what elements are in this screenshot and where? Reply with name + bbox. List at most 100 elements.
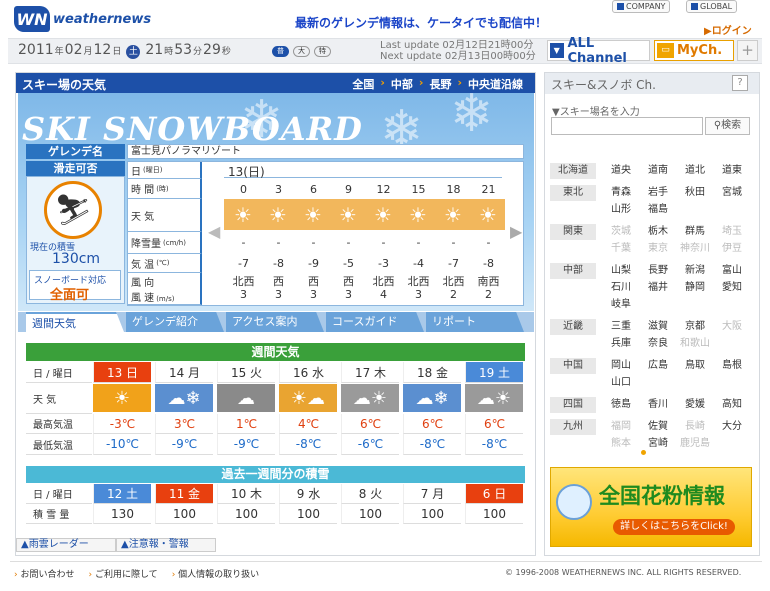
prefecture-link[interactable]: 愛知 [715, 280, 749, 296]
prefecture-link[interactable]: 群馬 [678, 224, 712, 240]
prefecture-link[interactable]: 富山 [715, 263, 749, 279]
pollen-banner[interactable]: 全国花粉情報 詳しくはこちらをClick! [550, 467, 752, 547]
wind-cell: 西3 [261, 275, 296, 301]
prefecture-link[interactable]: 広島 [641, 358, 675, 374]
prefecture-link[interactable]: 道東 [715, 163, 749, 179]
weathernews-logo[interactable]: WN weathernews [14, 4, 151, 34]
prefecture-link[interactable]: 大阪 [715, 319, 749, 335]
prefecture-link[interactable]: 宮崎 [641, 436, 675, 452]
temp-cell: -3 [378, 257, 389, 270]
search-button[interactable]: ⚲検索 [705, 117, 750, 135]
prefecture-link[interactable]: 高知 [715, 397, 749, 413]
prefecture-link[interactable]: 千葉 [604, 241, 638, 257]
prefecture-link[interactable]: 秋田 [678, 185, 712, 201]
weekly-day-cell: 14 月 [155, 362, 213, 383]
prefecture-link[interactable]: 福岡 [604, 419, 638, 435]
all-channel-button[interactable]: ▼ ALL Channel [547, 36, 650, 66]
breadcrumb-national[interactable]: 全国 [352, 76, 374, 92]
add-channel-button[interactable]: + [737, 40, 758, 61]
tab-report[interactable]: リポート [426, 312, 524, 332]
font-size-normal[interactable]: 普 [272, 46, 289, 57]
prefecture-link[interactable]: 愛媛 [678, 397, 712, 413]
region-0[interactable]: 北海道 [550, 163, 596, 179]
prefecture-link[interactable]: 山形 [604, 202, 638, 218]
region-7[interactable]: 九州 [550, 419, 596, 435]
prefecture-link[interactable]: 徳島 [604, 397, 638, 413]
wind-dir-label: 風 向 [131, 277, 155, 289]
breadcrumb-chubu[interactable]: 中部 [391, 76, 413, 92]
mobile-promo-link[interactable]: 最新のゲレンデ情報は、ケータイでも配信中！ [295, 14, 547, 31]
prefecture-link[interactable]: 福島 [641, 202, 675, 218]
region-6[interactable]: 四国 [550, 397, 596, 413]
footer-privacy-link[interactable]: 個人情報の取り扱い [172, 567, 259, 580]
prefecture-link[interactable]: 東京 [641, 241, 675, 257]
prefecture-link[interactable]: 和歌山 [678, 336, 712, 352]
region-4[interactable]: 近畿 [550, 319, 596, 335]
wind-speed: 3 [240, 288, 247, 301]
search-input[interactable] [551, 117, 703, 135]
prefecture-link[interactable]: 佐賀 [641, 419, 675, 435]
prefecture-link[interactable]: 京都 [678, 319, 712, 335]
prev-arrow-icon[interactable]: ◀ [208, 222, 220, 241]
prefecture-link[interactable]: 大分 [715, 419, 749, 435]
prefecture-link[interactable]: 宮城 [715, 185, 749, 201]
help-button[interactable]: ? [732, 75, 748, 91]
prefecture-link[interactable]: 長崎 [678, 419, 712, 435]
global-link[interactable]: GLOBAL [686, 0, 738, 13]
region-2[interactable]: 関東 [550, 224, 596, 240]
temp-label: 気 温 [131, 259, 155, 271]
prefecture-link[interactable]: 道南 [641, 163, 675, 179]
font-size-xlarge[interactable]: 特 [314, 46, 331, 57]
prefecture-link[interactable]: 岡山 [604, 358, 638, 374]
prefecture-link[interactable]: 兵庫 [604, 336, 638, 352]
footer-terms-link[interactable]: ご利用に際して [88, 567, 158, 580]
tab-intro[interactable]: ゲレンデ紹介 [126, 312, 224, 332]
prefecture-link[interactable]: 福井 [641, 280, 675, 296]
prefecture-link[interactable]: 熊本 [604, 436, 638, 452]
prefecture-link[interactable]: 島根 [715, 358, 749, 374]
region-3[interactable]: 中部 [550, 263, 596, 279]
prefecture-link[interactable]: 静岡 [678, 280, 712, 296]
prefecture-link[interactable]: 栃木 [641, 224, 675, 240]
prefecture-link[interactable]: 茨城 [604, 224, 638, 240]
tab-course[interactable]: コースガイド [326, 312, 424, 332]
prefecture-link[interactable]: 新潟 [678, 263, 712, 279]
prefecture-link[interactable]: 道央 [604, 163, 638, 179]
prefecture-link[interactable]: 岐阜 [604, 297, 638, 313]
prefecture-link[interactable]: 鹿児島 [678, 436, 712, 452]
prefecture-link[interactable]: 山口 [604, 375, 638, 391]
tab-access[interactable]: アクセス案内 [226, 312, 324, 332]
precip-label: 降雪量 [131, 239, 161, 250]
prefecture-link[interactable]: 道北 [678, 163, 712, 179]
prefecture-link[interactable]: 神奈川 [678, 241, 712, 257]
my-channel-button[interactable]: ▭ MyCh. [654, 40, 734, 61]
tab-weekly[interactable]: 週間天気 [26, 312, 124, 332]
rain-radar-link[interactable]: ▲雨雲レーダー [16, 538, 116, 552]
sun-icon: ☀ [234, 203, 252, 227]
prefecture-link[interactable]: 香川 [641, 397, 675, 413]
login-link[interactable]: ▶ログイン [704, 22, 752, 37]
next-arrow-icon[interactable]: ▶ [510, 222, 522, 241]
weekly-low-cell: -6℃ [341, 434, 399, 455]
breadcrumb-nagano[interactable]: 長野 [429, 76, 451, 92]
prefecture-link[interactable]: 鳥取 [678, 358, 712, 374]
wind-cell: 北西 3 [401, 275, 436, 301]
temp-cell: -5 [343, 257, 354, 270]
prefecture-link[interactable]: 三重 [604, 319, 638, 335]
region-1[interactable]: 東北 [550, 185, 596, 201]
region-5[interactable]: 中国 [550, 358, 596, 374]
prefecture-link[interactable]: 岩手 [641, 185, 675, 201]
prefecture-link[interactable]: 伊豆 [715, 241, 749, 257]
row-label-time: 時 間 (時) [128, 179, 202, 199]
prefecture-link[interactable]: 埼玉 [715, 224, 749, 240]
company-link[interactable]: COMPANY [612, 0, 671, 13]
prefecture-link[interactable]: 山梨 [604, 263, 638, 279]
font-size-large[interactable]: 大 [293, 46, 310, 57]
prefecture-link[interactable]: 奈良 [641, 336, 675, 352]
prefecture-link[interactable]: 滋賀 [641, 319, 675, 335]
prefecture-link[interactable]: 石川 [604, 280, 638, 296]
prefecture-link[interactable]: 青森 [604, 185, 638, 201]
prefecture-link[interactable]: 長野 [641, 263, 675, 279]
footer-contact-link[interactable]: お問い合わせ [14, 567, 74, 580]
warnings-link[interactable]: ▲注意報・警報 [116, 538, 216, 552]
